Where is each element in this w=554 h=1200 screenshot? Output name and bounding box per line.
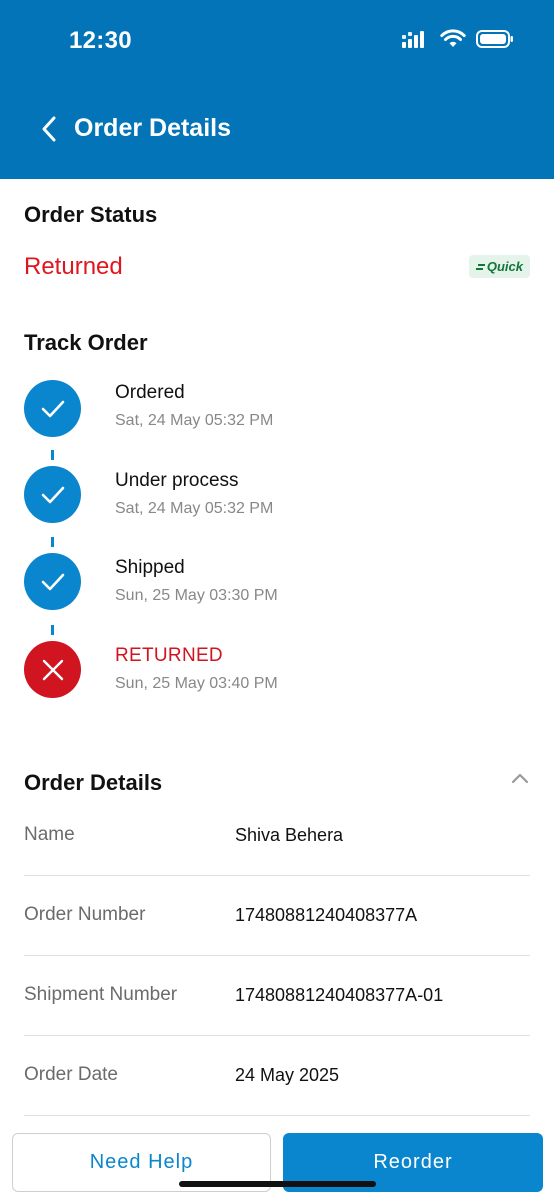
order-details-heading: Order Details (24, 770, 163, 795)
bottom-action-bar: Need Help Reorder (0, 1122, 554, 1200)
step-label-ordered: Ordered (115, 382, 185, 403)
status-bar-time: 12:30 (69, 27, 132, 54)
checkmark-icon (41, 400, 64, 417)
timeline-connector (51, 450, 54, 460)
detail-key: Order Date (24, 1064, 118, 1085)
order-status-value: Returned (24, 253, 123, 280)
cellular-signal-icon (402, 31, 424, 48)
step-time-under-process: Sat, 24 May 05:32 PM (115, 500, 274, 517)
speed-lines-icon (475, 263, 485, 270)
checkmark-icon (41, 573, 64, 590)
step-time-ordered: Sat, 24 May 05:32 PM (115, 412, 274, 429)
page-title: Order Details (74, 114, 232, 142)
detail-row-name: Name Shiva Behera (24, 796, 530, 876)
step-failed-icon (24, 641, 81, 698)
detail-key: Order Number (24, 904, 146, 925)
app-header: 12:30 Order Details (0, 0, 554, 179)
detail-row-shipment-number: Shipment Number 17480881240408377A-01 (24, 956, 530, 1036)
battery-icon (476, 30, 513, 48)
detail-row-order-date: Order Date 24 May 2025 (24, 1036, 530, 1116)
chevron-left-icon (42, 116, 56, 142)
back-button[interactable] (34, 110, 64, 148)
order-status-heading: Order Status (24, 202, 158, 227)
divider (24, 1115, 530, 1116)
detail-value: Shiva Behera (235, 825, 344, 845)
step-label-shipped: Shipped (115, 557, 185, 578)
step-done-icon (24, 553, 81, 610)
step-done-icon (24, 380, 81, 437)
detail-key: Shipment Number (24, 984, 178, 1005)
status-bar-icons (402, 29, 514, 49)
home-indicator[interactable] (179, 1181, 376, 1187)
step-time-returned: Sun, 25 May 03:40 PM (115, 675, 278, 692)
chevron-up-icon (511, 773, 529, 784)
detail-key: Name (24, 824, 75, 845)
quick-delivery-badge: Quick (468, 255, 530, 278)
step-done-icon (24, 466, 81, 523)
detail-row-order-number: Order Number 17480881240408377A (24, 876, 530, 956)
timeline-connector (51, 537, 54, 547)
step-label-under-process: Under process (115, 470, 239, 491)
wifi-icon (440, 29, 466, 47)
step-label-returned: RETURNED (115, 645, 223, 666)
track-order-heading: Track Order (24, 330, 148, 355)
detail-value: 17480881240408377A-01 (235, 985, 444, 1005)
step-time-shipped: Sun, 25 May 03:30 PM (115, 587, 278, 604)
detail-value: 17480881240408377A (235, 905, 418, 925)
detail-value: 24 May 2025 (235, 1065, 340, 1085)
collapse-button[interactable] (510, 771, 530, 785)
checkmark-icon (41, 486, 64, 503)
timeline-connector (51, 625, 54, 635)
close-icon (42, 659, 63, 680)
quick-badge-label: Quick (486, 259, 523, 274)
